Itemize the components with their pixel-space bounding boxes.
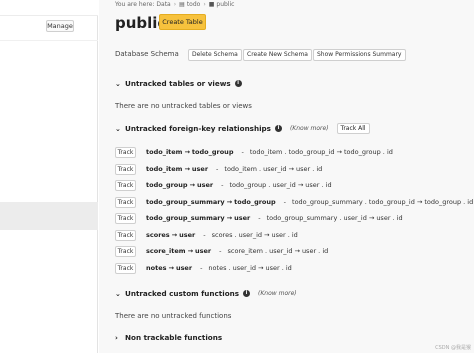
relationship-detail: scores . user_id → user . id xyxy=(211,231,298,239)
separator-dash: - xyxy=(203,231,206,239)
fk-relationship-row: Track todo_group_summary → user - todo_group_… xyxy=(115,212,403,224)
breadcrumb-item-public[interactable]: public xyxy=(216,1,234,8)
non-trackable-header[interactable]: › Non trackable functions xyxy=(115,333,222,342)
create-new-schema-button[interactable]: Create New Schema xyxy=(243,49,312,61)
track-button[interactable]: Track xyxy=(115,196,136,208)
relationship-name: todo_group_summary → user xyxy=(146,214,251,222)
untracked-functions-header[interactable]: ⌄ Untracked custom functions i (Know mor… xyxy=(115,289,297,298)
fk-relationship-row: Track scores → user - scores . user_id → user .… xyxy=(115,229,298,241)
arrow-right-icon: → xyxy=(368,214,375,222)
track-all-button[interactable]: Track All xyxy=(336,123,370,134)
breadcrumb-item-todo[interactable]: todo xyxy=(187,1,201,8)
separator-dash: - xyxy=(258,214,261,222)
separator-dash: - xyxy=(216,165,219,173)
fk-relationship-row: Track notes → user - notes . user_id → user . i… xyxy=(115,262,292,274)
create-table-button[interactable]: Create Table xyxy=(159,14,206,30)
untracked-tables-empty: There are no untracked tables or views xyxy=(115,102,252,110)
relationship-name: todo_group_summary → todo_group xyxy=(146,198,276,206)
know-more-link[interactable]: (Know more) xyxy=(290,125,329,132)
arrow-right-icon: → xyxy=(168,264,174,272)
chevron-down-icon: ⌄ xyxy=(115,79,121,88)
track-button[interactable]: Track xyxy=(115,212,136,224)
info-icon[interactable]: i xyxy=(243,290,251,297)
sidebar: Manage xyxy=(0,0,98,353)
track-button[interactable]: Track xyxy=(115,179,136,191)
arrow-right-icon: → xyxy=(187,247,194,255)
untracked-tables-title: Untracked tables or views xyxy=(125,79,231,88)
relationship-name: score_item → user xyxy=(146,247,212,255)
manage-button[interactable]: Manage xyxy=(46,20,74,32)
untracked-functions-empty: There are no untracked functions xyxy=(115,312,232,320)
track-button[interactable]: Track xyxy=(115,163,136,175)
relationship-detail: todo_group_summary . todo_group_id → todo_… xyxy=(292,198,474,206)
breadcrumb-prefix: You are here: xyxy=(115,1,155,8)
relationship-detail: todo_group . user_id → user . id xyxy=(229,181,332,189)
info-icon[interactable]: i xyxy=(234,80,242,87)
separator-dash: - xyxy=(200,264,203,272)
relationship-name: scores → user xyxy=(146,231,196,239)
arrow-right-icon: → xyxy=(226,198,233,206)
arrow-right-icon: → xyxy=(184,165,190,173)
untracked-fk-title: Untracked foreign-key relationships xyxy=(125,124,271,133)
relationship-name: todo_item → user xyxy=(146,165,209,173)
fk-relationship-row: Track todo_item → todo_group - todo_item . to… xyxy=(115,146,393,158)
know-more-link[interactable]: (Know more) xyxy=(258,290,297,297)
separator-dash: - xyxy=(241,148,244,156)
breadcrumb-item-data[interactable]: Data xyxy=(156,1,170,8)
separator-dash: - xyxy=(219,247,222,255)
arrow-right-icon: → xyxy=(189,181,195,189)
untracked-functions-title: Untracked custom functions xyxy=(125,289,240,298)
main-content: You are here: Data › ▤ todo › ■ public p… xyxy=(99,0,474,353)
relationship-name: todo_item → todo_group xyxy=(146,148,234,156)
chevron-right-icon: › xyxy=(115,333,118,342)
chevron-down-icon: ⌄ xyxy=(115,124,121,133)
watermark: CSDN @我是猴 xyxy=(435,345,471,351)
arrow-right-icon: → xyxy=(294,247,300,255)
fk-relationship-row: Track score_item → user - score_item . user_i… xyxy=(115,245,328,257)
breadcrumb-separator-icon: › xyxy=(203,1,206,8)
relationship-detail: todo_group_summary . user_id → user . id xyxy=(266,214,403,222)
fk-relationship-row: Track todo_item → user - todo_item . user_id →… xyxy=(115,163,322,175)
relationship-detail: todo_item . user_id → user . id xyxy=(224,165,323,173)
show-permissions-summary-button[interactable]: Show Permissions Summary xyxy=(313,49,406,61)
arrow-right-icon: → xyxy=(288,165,294,173)
database-schema-label: Database Schema xyxy=(115,50,179,58)
relationship-detail: notes . user_id → user . id xyxy=(208,264,292,272)
arrow-right-icon: → xyxy=(264,231,270,239)
relationship-name: notes → user xyxy=(146,264,193,272)
fk-relationship-row: Track todo_group → user - todo_group . user_i… xyxy=(115,179,332,191)
relationship-detail: score_item . user_id → user . id xyxy=(227,247,329,255)
arrow-right-icon: → xyxy=(226,214,233,222)
database-icon: ▤ xyxy=(179,1,185,8)
arrow-right-icon: → xyxy=(171,231,178,239)
delete-schema-button[interactable]: Delete Schema xyxy=(188,49,242,61)
arrow-right-icon: → xyxy=(336,148,342,156)
fk-relationship-row: Track todo_group_summary → todo_group - todo_… xyxy=(115,196,473,208)
relationship-detail: todo_item . todo_group_id → todo_group . i… xyxy=(249,148,393,156)
track-button[interactable]: Track xyxy=(115,146,136,158)
track-button[interactable]: Track xyxy=(115,229,136,241)
untracked-tables-header[interactable]: ⌄ Untracked tables or views i xyxy=(115,79,242,88)
arrow-right-icon: → xyxy=(258,264,264,272)
relationship-name: todo_group → user xyxy=(146,181,214,189)
info-icon[interactable]: i xyxy=(274,125,282,132)
arrow-right-icon: → xyxy=(297,181,304,189)
track-button[interactable]: Track xyxy=(115,245,136,257)
folder-icon: ■ xyxy=(208,1,215,8)
arrow-right-icon: → xyxy=(416,198,423,206)
arrow-right-icon: → xyxy=(184,148,190,156)
non-trackable-title: Non trackable functions xyxy=(125,333,223,342)
sidebar-selected-item[interactable] xyxy=(0,202,98,230)
track-button[interactable]: Track xyxy=(115,262,136,274)
chevron-down-icon: ⌄ xyxy=(115,289,121,298)
separator-dash: - xyxy=(283,198,287,206)
breadcrumb: You are here: Data › ▤ todo › ■ public xyxy=(115,1,234,8)
untracked-fk-header[interactable]: ⌄ Untracked foreign-key relationships i … xyxy=(115,123,370,134)
sidebar-divider xyxy=(0,40,98,41)
separator-dash: - xyxy=(221,181,224,189)
breadcrumb-separator-icon: › xyxy=(173,1,177,8)
sidebar-header xyxy=(0,0,98,16)
